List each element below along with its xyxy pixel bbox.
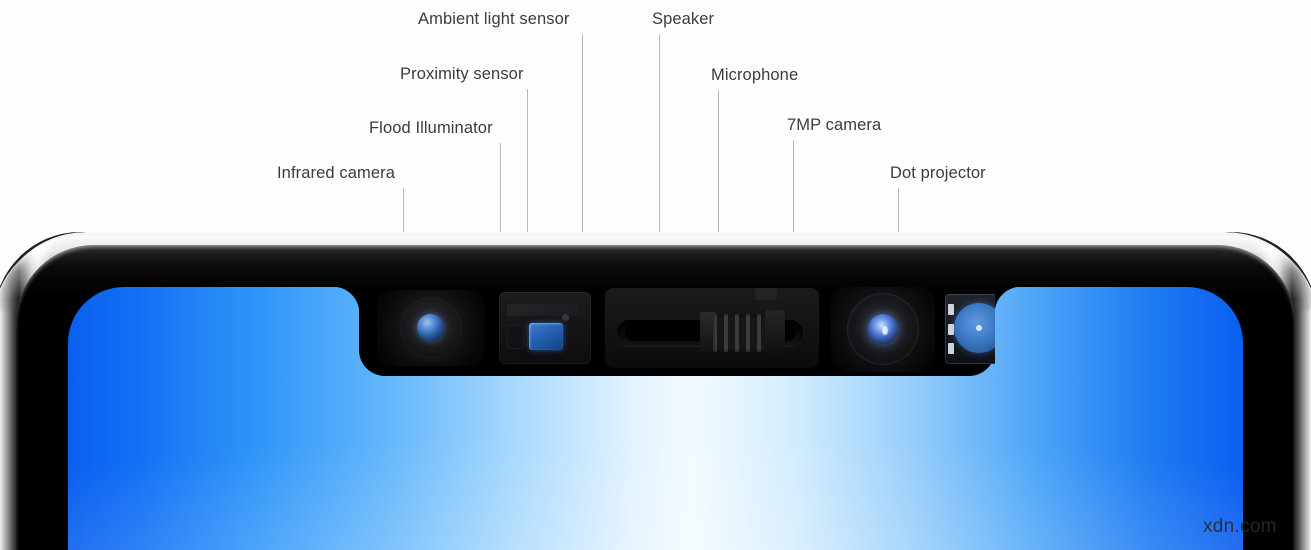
dot-projector-contact-left-1 <box>948 304 954 315</box>
iphone-x-device: A PUALS <box>0 232 1311 550</box>
front-camera-lens-glint <box>882 326 888 335</box>
dot-projector-module <box>945 294 995 364</box>
flood-module-etching <box>507 304 579 316</box>
callout-label-dot-projector: Dot projector <box>890 164 986 182</box>
ambient-light-sensor-point <box>562 314 569 321</box>
dot-projector-contact-left-3 <box>948 343 954 354</box>
infrared-camera-module <box>377 290 485 366</box>
infrared-camera-lens <box>417 314 444 341</box>
callout-label-ambient-light-sensor: Ambient light sensor <box>418 10 570 28</box>
flood-illuminator-module <box>499 292 591 364</box>
flood-illuminator-emitter <box>529 323 563 350</box>
callout-label-proximity-sensor: Proximity sensor <box>400 65 524 83</box>
speaker-mesh-ridges <box>713 314 769 352</box>
truedepth-sensor-array <box>359 287 995 376</box>
microphone-port <box>765 310 785 354</box>
source-url-text: xdn.com <box>1203 516 1277 537</box>
device-display: A PUALS <box>68 287 1243 550</box>
dot-projector-contact-left-2 <box>948 324 954 335</box>
speaker-bracket-tab <box>755 288 777 300</box>
diagram-canvas: Infrared camera Flood Illuminator Proximit… <box>0 0 1311 550</box>
callout-label-infrared-camera: Infrared camera <box>277 164 395 182</box>
display-notch <box>359 287 995 376</box>
callout-label-speaker: Speaker <box>652 10 715 28</box>
dot-projector-emitter-point <box>976 325 982 331</box>
proximity-sensor-window <box>507 325 524 349</box>
callout-label-seven-mp-camera: 7MP camera <box>787 116 882 134</box>
callout-label-flood-illuminator: Flood Illuminator <box>369 119 493 137</box>
device-front-glass: A PUALS <box>16 245 1295 550</box>
front-camera-module <box>831 287 935 372</box>
dot-projector-lens <box>954 303 995 353</box>
callout-label-microphone: Microphone <box>711 66 799 84</box>
earpiece-speaker-module <box>605 288 819 368</box>
